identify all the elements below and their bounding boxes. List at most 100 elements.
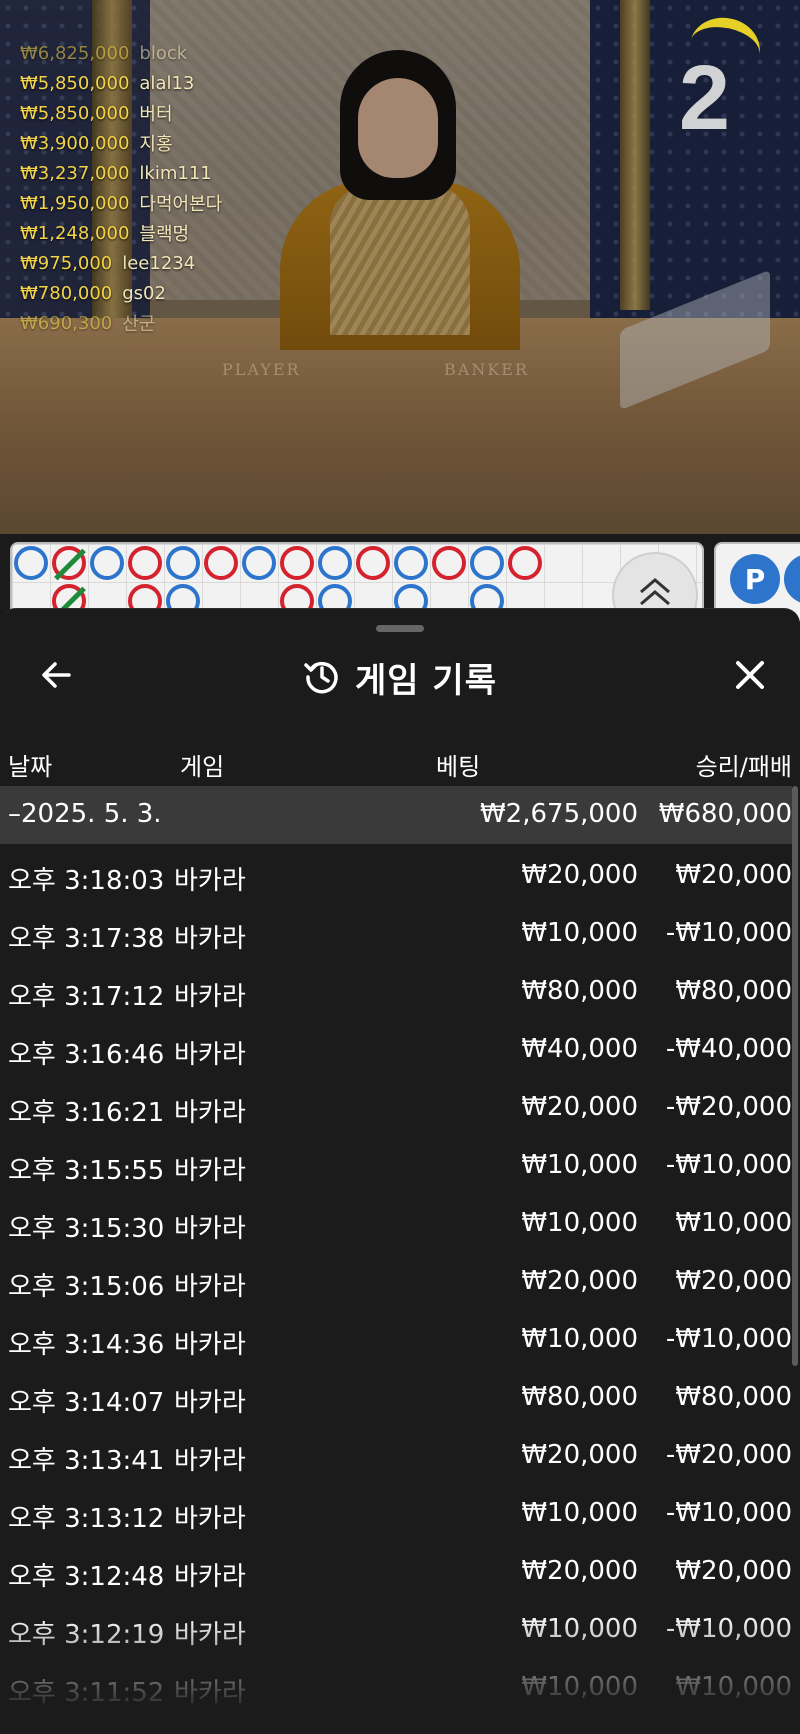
- history-list: 오후 3:18:03 바카라 ₩20,000 ₩20,000 오후 3:17:38 바카라…: [0, 844, 792, 1714]
- winner-row: ₩6,825,000 block: [20, 38, 222, 68]
- row-bet: ₩10,000: [521, 1672, 638, 1702]
- banker-bead: [204, 546, 238, 580]
- row-time: 오후 3:16:46: [8, 1040, 165, 1070]
- history-row[interactable]: 오후 3:17:38 바카라 ₩10,000 -₩10,000: [0, 902, 792, 960]
- history-row[interactable]: 오후 3:14:36 바카라 ₩10,000 -₩10,000: [0, 1308, 792, 1366]
- row-win-loss: -₩10,000: [665, 918, 792, 948]
- row-time: 오후 3:14:07: [8, 1388, 165, 1418]
- close-button[interactable]: [724, 651, 776, 703]
- row-win-loss: ₩20,000: [675, 1556, 792, 1586]
- row-game: 바카라: [174, 1620, 246, 1650]
- summary-win-loss-total: ₩680,000: [658, 799, 792, 829]
- winner-name: 지홍: [139, 134, 173, 155]
- winner-row: ₩780,000 gs02: [20, 278, 222, 308]
- column-header-bet[interactable]: 베팅: [436, 747, 480, 782]
- row-win-loss: ₩20,000: [675, 860, 792, 890]
- scrollbar[interactable]: [792, 786, 798, 1366]
- history-row[interactable]: 오후 3:13:41 바카라 ₩20,000 -₩20,000: [0, 1424, 792, 1482]
- row-game: 바카라: [174, 1446, 246, 1476]
- drag-handle[interactable]: [376, 625, 424, 632]
- round-number: 2: [678, 47, 730, 149]
- row-game: 바카라: [174, 1214, 246, 1244]
- winner-name: block: [139, 42, 188, 64]
- winner-row: ₩5,850,000 alal13: [20, 68, 222, 98]
- history-row[interactable]: 오후 3:18:03 바카라 ₩20,000 ₩20,000: [0, 844, 792, 902]
- banker-bead: [356, 546, 390, 580]
- row-time: 오후 3:12:19: [8, 1620, 165, 1650]
- row-time: 오후 3:12:48: [8, 1562, 165, 1592]
- history-row[interactable]: 오후 3:12:19 바카라 ₩10,000 -₩10,000: [0, 1598, 792, 1656]
- game-history-panel: 게임 기록 날짜 게임 베팅 승리/패배 –2025. 5. 3. ₩2,675…: [0, 608, 800, 1734]
- row-bet: ₩10,000: [521, 1324, 638, 1354]
- column-header-date[interactable]: 날짜: [8, 747, 52, 782]
- winner-row: ₩690,300 산군: [20, 308, 222, 338]
- live-video[interactable]: PLAYER BANKER 2 ₩6,825,000 block ₩5,850,00…: [0, 0, 800, 534]
- row-win-loss: -₩20,000: [665, 1092, 792, 1122]
- row-time: 오후 3:13:41: [8, 1446, 165, 1476]
- row-bet: ₩10,000: [521, 1208, 638, 1238]
- history-row[interactable]: 오후 3:12:48 바카라 ₩20,000 ₩20,000: [0, 1540, 792, 1598]
- winner-name: 다먹어본다: [139, 194, 223, 215]
- row-win-loss: ₩20,000: [675, 1266, 792, 1296]
- banker-bead: [432, 546, 466, 580]
- player-bead: [470, 546, 504, 580]
- row-bet: ₩80,000: [521, 1382, 638, 1412]
- history-row[interactable]: 오후 3:13:12 바카라 ₩10,000 -₩10,000: [0, 1482, 792, 1540]
- date-summary-row[interactable]: –2025. 5. 3. ₩2,675,000 ₩680,000: [0, 786, 792, 844]
- row-win-loss: ₩10,000: [675, 1672, 792, 1702]
- column-headers: 날짜 게임 베팅 승리/패배: [0, 741, 800, 785]
- row-game: 바카라: [174, 1156, 246, 1186]
- row-game: 바카라: [174, 1330, 246, 1360]
- panel-title-wrap: 게임 기록: [0, 653, 800, 702]
- column-header-game[interactable]: 게임: [180, 747, 224, 782]
- row-win-loss: ₩80,000: [675, 976, 792, 1006]
- winner-amount: ₩975,000: [20, 252, 113, 274]
- history-row[interactable]: 오후 3:15:06 바카라 ₩20,000 ₩20,000: [0, 1250, 792, 1308]
- history-row[interactable]: 오후 3:15:30 바카라 ₩10,000 ₩10,000: [0, 1192, 792, 1250]
- player-bead: [318, 546, 352, 580]
- banker-bead: [128, 546, 162, 580]
- row-game: 바카라: [174, 1388, 246, 1418]
- row-game: 바카라: [174, 1272, 246, 1302]
- history-row[interactable]: 오후 3:16:21 바카라 ₩20,000 -₩20,000: [0, 1076, 792, 1134]
- row-game: 바카라: [174, 1504, 246, 1534]
- row-game: 바카라: [174, 1562, 246, 1592]
- column-header-win-loss[interactable]: 승리/패배: [696, 747, 792, 782]
- history-row[interactable]: 오후 3:16:46 바카라 ₩40,000 -₩40,000: [0, 1018, 792, 1076]
- row-win-loss: -₩10,000: [665, 1614, 792, 1644]
- row-win-loss: ₩10,000: [675, 1208, 792, 1238]
- row-time: 오후 3:16:21: [8, 1098, 165, 1128]
- winner-amount: ₩6,825,000: [20, 42, 130, 64]
- banker-bead: [508, 546, 542, 580]
- player-prediction-chip[interactable]: P: [730, 554, 780, 604]
- summary-date: –2025. 5. 3.: [8, 799, 162, 829]
- row-game: 바카라: [174, 866, 246, 896]
- winner-name: 블랙멍: [139, 224, 190, 245]
- winner-row: ₩3,900,000 지홍: [20, 128, 222, 158]
- row-game: 바카라: [174, 1098, 246, 1128]
- row-win-loss: -₩40,000: [665, 1034, 792, 1064]
- history-row[interactable]: 오후 3:15:55 바카라 ₩10,000 -₩10,000: [0, 1134, 792, 1192]
- row-time: 오후 3:15:30: [8, 1214, 165, 1244]
- row-bet: ₩10,000: [521, 918, 638, 948]
- winner-row: ₩5,850,000 버터: [20, 98, 222, 128]
- close-icon: [733, 658, 767, 696]
- winner-name: 버터: [139, 104, 173, 125]
- banker-prediction-chip[interactable]: [784, 554, 800, 604]
- history-row[interactable]: 오후 3:14:07 바카라 ₩80,000 ₩80,000: [0, 1366, 792, 1424]
- row-time: 오후 3:18:03: [8, 866, 165, 896]
- player-bead: [90, 546, 124, 580]
- winner-row: ₩3,237,000 lkim111: [20, 158, 222, 188]
- row-game: 바카라: [174, 1040, 246, 1070]
- player-bead: [166, 546, 200, 580]
- row-bet: ₩20,000: [521, 1266, 638, 1296]
- winner-row: ₩975,000 lee1234: [20, 248, 222, 278]
- winner-name: alal13: [139, 72, 195, 94]
- row-game: 바카라: [174, 982, 246, 1012]
- row-bet: ₩10,000: [521, 1498, 638, 1528]
- row-game: 바카라: [174, 1678, 246, 1708]
- row-time: 오후 3:14:36: [8, 1330, 165, 1360]
- row-win-loss: ₩80,000: [675, 1382, 792, 1412]
- history-row[interactable]: 오후 3:11:52 바카라 ₩10,000 ₩10,000: [0, 1656, 792, 1714]
- history-row[interactable]: 오후 3:17:12 바카라 ₩80,000 ₩80,000: [0, 960, 792, 1018]
